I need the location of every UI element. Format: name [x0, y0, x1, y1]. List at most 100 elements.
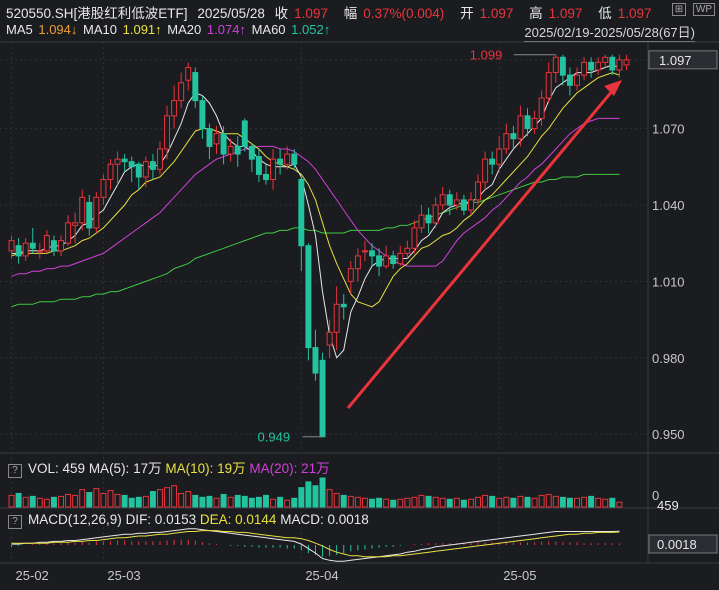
macd-dea: DEA: 0.0144 [199, 512, 277, 527]
x-tick-label: 25-02 [16, 568, 49, 583]
candle [15, 245, 22, 257]
candle [439, 194, 446, 206]
candle [453, 199, 460, 206]
volume-bar [227, 496, 234, 508]
volume-bar [460, 499, 467, 508]
volume-bar [538, 494, 545, 508]
volume-bar [164, 487, 171, 508]
candle [171, 100, 178, 117]
volume-bar [566, 497, 573, 508]
y-tick-label: 1.070 [652, 122, 685, 137]
candle [107, 163, 114, 181]
volume-bar [241, 495, 248, 508]
macd-dif: DIF: 0.0153 [125, 512, 197, 527]
candle [291, 153, 298, 165]
volume-bar [135, 496, 142, 508]
x-tick-label: 25-03 [107, 568, 140, 583]
volume-bar [559, 496, 566, 508]
y-tick-label: 0.980 [652, 351, 685, 366]
volume-bar [234, 494, 241, 508]
volume-bar [93, 488, 100, 508]
candle [185, 66, 192, 81]
candle [588, 61, 595, 71]
candle [319, 359, 326, 438]
trend-arrow-head [604, 80, 622, 96]
candle [566, 74, 573, 86]
volume-bar [277, 496, 284, 508]
candle [277, 158, 284, 165]
vol-ma20: MA(20): 21万 [249, 461, 330, 476]
vol-value-label: 459 [657, 498, 679, 513]
volume-bar [432, 496, 439, 508]
volume-bar [36, 497, 43, 508]
candle [538, 97, 545, 119]
volume-bar [503, 496, 510, 508]
volume-bar [524, 496, 531, 508]
macd-help-icon[interactable]: ? [8, 515, 22, 529]
volume-bar [58, 495, 64, 508]
y-tick-label: 1.010 [652, 274, 685, 289]
volume-bar [609, 497, 616, 508]
volume-bar [574, 497, 580, 508]
candle [199, 100, 206, 130]
candle [489, 158, 496, 165]
volume-bar [453, 497, 460, 508]
volume-bar [291, 497, 298, 508]
candle [503, 133, 510, 150]
candle [135, 163, 142, 178]
volume-bar [72, 494, 79, 508]
candle [383, 255, 390, 267]
volume-bar [312, 485, 319, 508]
volume-bar [602, 498, 609, 508]
vol-label: VOL: 459 [28, 461, 86, 476]
volume-bar [340, 494, 347, 508]
candle [248, 145, 255, 160]
volume-bar [482, 494, 489, 508]
candle [305, 245, 312, 349]
volume-bar [22, 496, 29, 508]
candle [467, 199, 474, 211]
volume-bar [333, 492, 340, 508]
volume-help-icon[interactable]: ? [8, 464, 22, 478]
candle [475, 181, 482, 201]
macd-legend: ? MACD(12,26,9) DIF: 0.0153 DEA: 0.0144 M… [8, 512, 369, 529]
volume-bar [467, 498, 474, 508]
volume-bar [376, 497, 383, 508]
kline-chart[interactable]: 1.099 0.949 0.950 0.980 1.010 1.040 1.070 1.09… [0, 0, 719, 590]
candle [354, 255, 361, 270]
x-tick-label: 25-04 [305, 568, 338, 583]
volume-bar [383, 498, 390, 508]
volume-bar [439, 497, 446, 508]
volume-bar [29, 495, 36, 508]
volume-bar [213, 497, 220, 508]
candle [58, 240, 64, 252]
candle [206, 128, 213, 147]
candle [156, 148, 163, 170]
volume-bar [171, 485, 178, 508]
high-marker-label: 1.099 [470, 48, 503, 63]
x-tick-label: 25-05 [503, 568, 536, 583]
volume-bar [50, 496, 57, 508]
candle [263, 173, 269, 181]
candle [86, 201, 93, 229]
candle [347, 268, 354, 282]
volume-bar [390, 499, 397, 508]
volume-bar [43, 498, 50, 508]
volume-bar [319, 477, 326, 508]
candle [93, 196, 100, 229]
volume-bar [347, 495, 354, 508]
annotations: 1.099 0.949 [258, 48, 622, 445]
volume-bar [8, 494, 15, 508]
candle [114, 158, 121, 165]
macd-plot: 0.0018 [11, 528, 718, 562]
volume-bar [220, 493, 227, 508]
vol-ma10: MA(10): 19万 [165, 461, 246, 476]
y-tick-label: 0.950 [652, 427, 685, 442]
volume-bar [369, 498, 375, 508]
macd-value: MACD: 0.0018 [280, 512, 369, 527]
candle [559, 56, 566, 76]
candle [43, 235, 50, 252]
candle [312, 347, 319, 374]
volume-bar [298, 487, 305, 508]
volume-bar [255, 496, 262, 508]
